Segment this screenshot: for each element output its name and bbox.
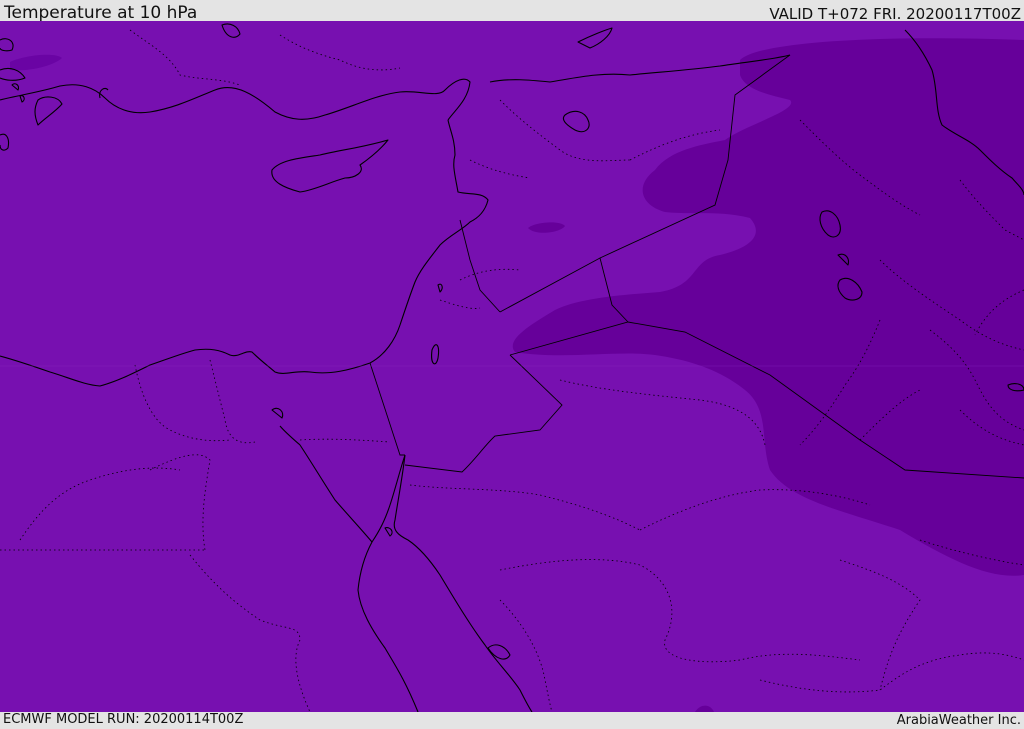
map-svg xyxy=(0,23,1024,712)
header-bar: Temperature at 10 hPa VALID T+072 FRI. 2… xyxy=(0,0,1024,23)
cold-region-east xyxy=(512,38,1024,576)
cold-patch-aegean xyxy=(10,54,62,71)
cold-patch-small xyxy=(528,222,565,233)
footer-bar: ECMWF MODEL RUN: 20200114T00Z ArabiaWeat… xyxy=(0,712,1024,729)
weather-map-frame: Temperature at 10 hPa VALID T+072 FRI. 2… xyxy=(0,0,1024,729)
map-title: Temperature at 10 hPa xyxy=(4,3,198,23)
model-run-label: ECMWF MODEL RUN: 20200114T00Z xyxy=(3,712,244,727)
map-canvas[interactable] xyxy=(0,21,1024,712)
credit-label: ArabiaWeather Inc. xyxy=(896,713,1021,728)
